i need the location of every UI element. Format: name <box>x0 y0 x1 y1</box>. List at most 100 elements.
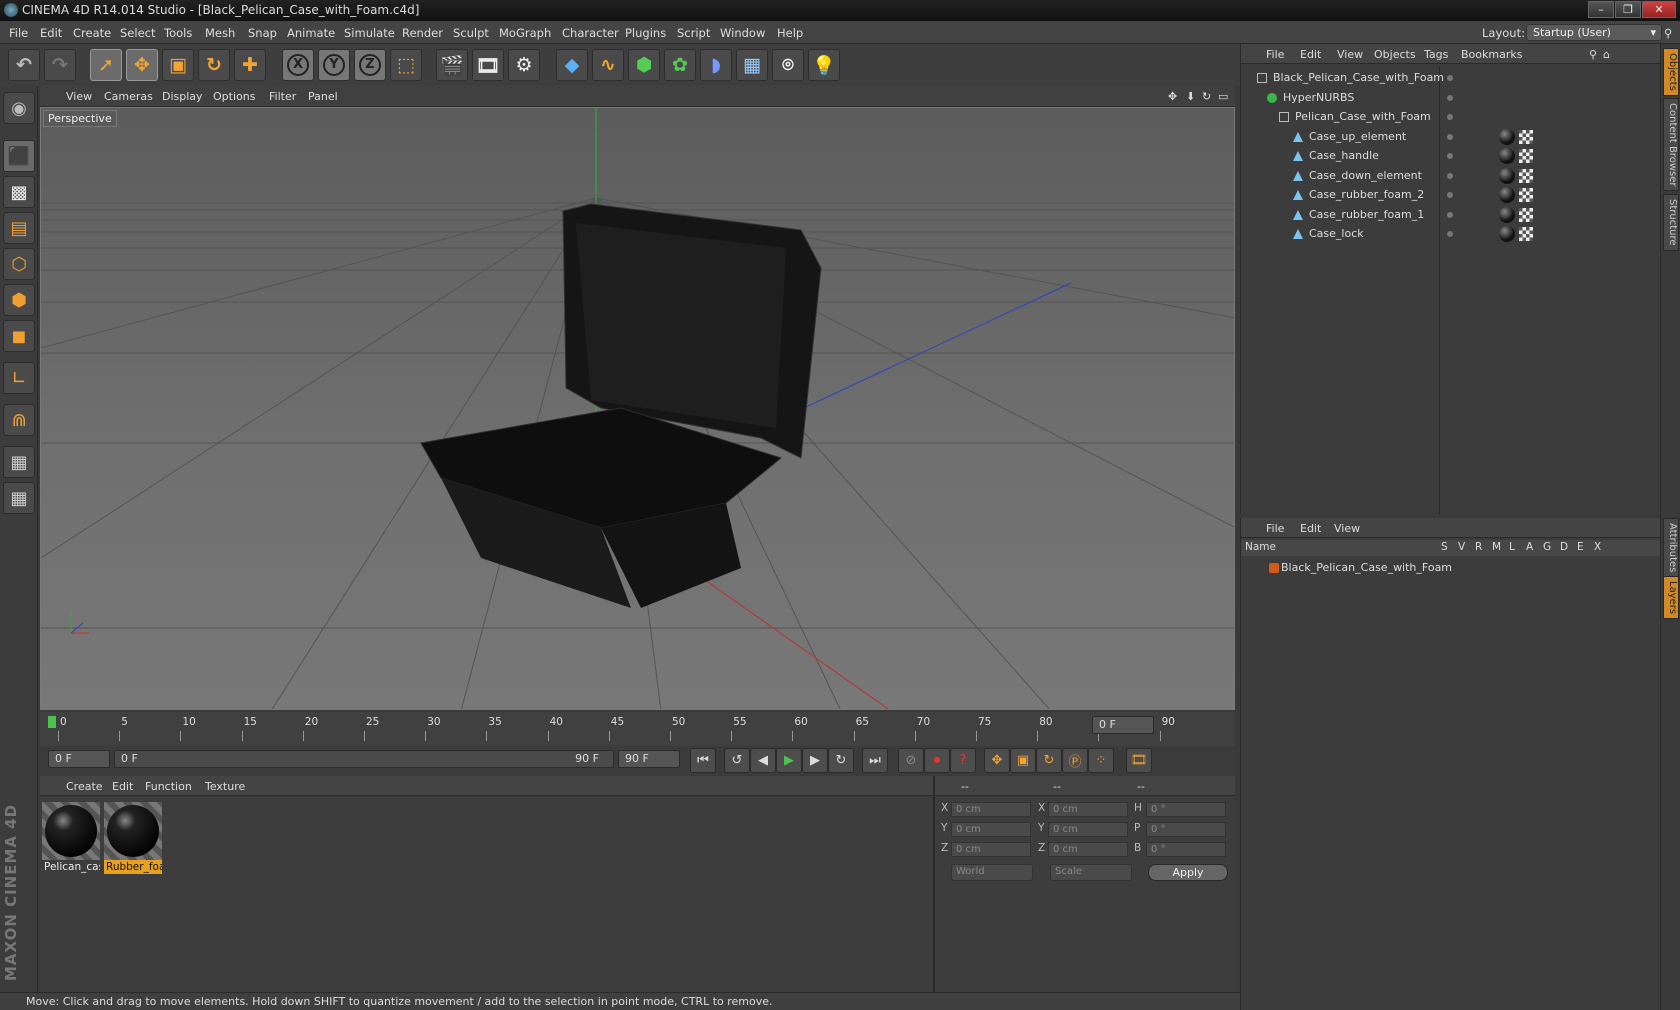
go-to-start-icon[interactable]: ⏮ <box>690 748 716 773</box>
previous-key-icon[interactable]: ↺ <box>724 748 750 773</box>
minimize-button[interactable]: – <box>1588 1 1614 18</box>
object-tree-row[interactable]: Case_down_element <box>1241 166 1660 186</box>
layer-column-header[interactable]: S <box>1441 541 1448 553</box>
object-menu-file[interactable]: File <box>1266 48 1284 61</box>
layer-column-header[interactable]: D <box>1560 541 1568 553</box>
record-keys-icon[interactable]: ⊘ <box>898 748 924 773</box>
layer-column-header[interactable]: E <box>1577 541 1584 553</box>
object-tree-row[interactable]: Pelican_Case_with_Foam <box>1241 107 1660 127</box>
object-menu-objects[interactable]: Objects <box>1374 48 1416 61</box>
viewport-maximize-icon[interactable]: ▭ <box>1218 90 1228 103</box>
menu-help[interactable]: Help <box>777 26 803 40</box>
texture-tag-icon[interactable] <box>1519 149 1533 163</box>
material-tag-icon[interactable] <box>1499 148 1515 164</box>
menu-window[interactable]: Window <box>720 26 765 40</box>
tab-structure[interactable]: Structure <box>1663 194 1679 251</box>
size-x-field[interactable]: 0 cm <box>1048 802 1128 817</box>
texture-tag-icon[interactable] <box>1519 168 1533 183</box>
frame-range-slider[interactable]: 0 F 90 F <box>114 750 614 768</box>
object-menu-view[interactable]: View <box>1337 48 1363 61</box>
size-mode-select[interactable]: Scale <box>1050 864 1132 881</box>
tab-layers[interactable]: Layers <box>1663 576 1679 620</box>
model-mode-icon[interactable]: ⬛ <box>3 140 35 172</box>
menu-select[interactable]: Select <box>120 26 155 40</box>
play-icon[interactable]: ▶ <box>776 748 802 773</box>
visibility-dot-icon[interactable] <box>1447 133 1453 140</box>
object-tree-row[interactable]: HyperNURBS <box>1241 88 1660 108</box>
spline-icon[interactable]: ∿ <box>592 49 624 81</box>
layer-column-header[interactable]: V <box>1458 541 1465 553</box>
close-button[interactable]: ✕ <box>1642 1 1676 18</box>
pelican-case-model[interactable] <box>420 203 822 608</box>
texture-tag-icon[interactable] <box>1519 129 1533 144</box>
go-to-end-icon[interactable]: ⏭ <box>862 748 888 773</box>
object-tree-row[interactable]: Case_rubber_foam_1 <box>1241 205 1660 225</box>
material-tag-icon[interactable] <box>1499 226 1515 242</box>
object-menu-tags[interactable]: Tags <box>1424 48 1448 61</box>
previous-frame-icon[interactable]: ◀ <box>750 748 776 773</box>
scale-icon[interactable]: ▣ <box>162 49 194 81</box>
coordinate-space-select[interactable]: World <box>951 864 1033 881</box>
home-icon[interactable]: ⌂ <box>1603 48 1610 61</box>
texture-tag-icon[interactable] <box>1519 207 1533 222</box>
material-menu-edit[interactable]: Edit <box>112 780 133 793</box>
menu-snap[interactable]: Snap <box>248 26 277 40</box>
visibility-dot-icon[interactable] <box>1447 153 1453 159</box>
deformer-icon[interactable]: ◗ <box>700 49 732 81</box>
material-tag-icon[interactable] <box>1499 206 1515 223</box>
coordinate-system-icon[interactable]: ⬚ <box>390 49 422 81</box>
rotate-icon[interactable]: ↻ <box>198 49 230 81</box>
rotation-h-field[interactable]: 0 ° <box>1146 802 1226 817</box>
layer-column-header[interactable]: L <box>1509 541 1515 553</box>
light-icon[interactable]: 💡 <box>808 49 840 81</box>
menu-mesh[interactable]: Mesh <box>205 26 235 40</box>
visibility-dot-icon[interactable] <box>1447 114 1453 120</box>
key-position-icon[interactable]: ✥ <box>984 748 1010 773</box>
texture-tag-icon[interactable] <box>1519 227 1533 241</box>
locked-workplane-icon[interactable]: ▦ <box>3 446 35 478</box>
menu-animate[interactable]: Animate <box>287 26 335 40</box>
axis-mode-icon[interactable]: ∟ <box>3 362 35 394</box>
material-menu-create[interactable]: Create <box>66 780 103 793</box>
undo-icon[interactable]: ↶ <box>8 49 40 81</box>
texture-mode-icon[interactable]: ▩ <box>3 176 35 208</box>
rotation-p-field[interactable]: 0 ° <box>1146 822 1226 837</box>
search-icon[interactable]: ⚲ <box>1664 26 1672 40</box>
maximize-button[interactable]: ❐ <box>1615 1 1641 18</box>
layer-menu-edit[interactable]: Edit <box>1300 522 1321 535</box>
magnet-icon[interactable]: ⋒ <box>3 404 35 436</box>
render-settings-icon[interactable]: ⚙ <box>508 49 540 81</box>
menu-create[interactable]: Create <box>73 26 111 40</box>
render-view-icon[interactable]: 🎬 <box>436 49 468 81</box>
layer-menu-file[interactable]: File <box>1266 522 1284 535</box>
viewport-menu-view[interactable]: View <box>66 90 92 103</box>
viewport-menu-panel[interactable]: Panel <box>308 90 338 103</box>
redo-icon[interactable]: ↷ <box>44 49 76 81</box>
object-menu-edit[interactable]: Edit <box>1300 48 1321 61</box>
menu-edit[interactable]: Edit <box>40 26 62 40</box>
start-frame-field[interactable]: 0 F <box>48 750 110 768</box>
workplane-icon[interactable]: ▤ <box>3 212 35 244</box>
viewport-menu-cameras[interactable]: Cameras <box>104 90 153 103</box>
layer-column-header[interactable]: X <box>1594 541 1601 553</box>
material-menu-function[interactable]: Function <box>145 780 192 793</box>
layer-row[interactable]: Black_Pelican_Case_with_Foam <box>1241 558 1660 578</box>
tab-content-browser[interactable]: Content Browser <box>1663 98 1679 192</box>
key-rotation-icon[interactable]: ↻ <box>1036 748 1062 773</box>
position-y-field[interactable]: 0 cm <box>951 822 1031 837</box>
nurbs-icon[interactable]: ⬢ <box>628 49 660 81</box>
visibility-dot-icon[interactable] <box>1447 75 1453 81</box>
y-axis-lock[interactable]: Y <box>318 49 350 81</box>
key-pla-icon[interactable]: ⁘ <box>1088 748 1114 773</box>
live-selection-icon[interactable]: ➚ <box>90 49 122 81</box>
material-swatch[interactable]: Pelican_cas <box>42 802 100 874</box>
menu-file[interactable]: File <box>9 26 28 40</box>
search-icon[interactable]: ⚲ <box>1589 48 1597 61</box>
layer-column-header[interactable]: G <box>1543 541 1551 553</box>
object-tree-row[interactable]: Case_lock <box>1241 224 1660 244</box>
position-z-field[interactable]: 0 cm <box>951 842 1031 857</box>
key-scale-icon[interactable]: ▣ <box>1010 748 1036 773</box>
menu-sculpt[interactable]: Sculpt <box>453 26 489 40</box>
key-parameter-icon[interactable]: Ⓟ <box>1062 748 1088 773</box>
make-editable-icon[interactable]: ◉ <box>3 92 35 124</box>
